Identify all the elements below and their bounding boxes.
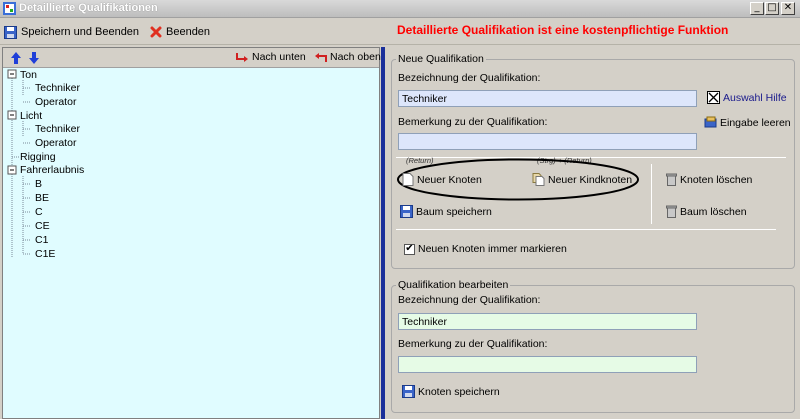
move-up-label: Nach oben	[330, 51, 381, 63]
title-bar: Detaillierte Qualifikationen _ □ ✕	[0, 0, 800, 18]
save-and-close-label: Speichern und Beenden	[21, 26, 140, 38]
red-x-icon	[150, 26, 162, 38]
save-tree-label: Baum speichern	[416, 205, 492, 218]
delete-node-label: Knoten löschen	[680, 173, 753, 186]
new-qualification-legend: Neue Qualifikation	[396, 53, 486, 65]
tree-toolbar: Nach unten Nach oben	[3, 48, 381, 68]
arrow-down-icon[interactable]	[29, 52, 39, 64]
tree-node-ce[interactable]: CE	[35, 220, 50, 232]
separator	[396, 229, 776, 230]
delete-node-button[interactable]: Knoten löschen	[666, 173, 752, 186]
trash-icon	[666, 173, 677, 186]
new-child-node-button[interactable]: Neuer Kindknoten	[532, 173, 632, 186]
delete-tree-button[interactable]: Baum löschen	[666, 205, 747, 218]
edit-name-label: Bezeichnung der Qualifikation:	[398, 294, 541, 306]
tree-node-c1e[interactable]: C1E	[35, 248, 55, 260]
tree-node-licht-operator[interactable]: Operator	[35, 137, 76, 149]
tree-node-rigging[interactable]: Rigging	[20, 151, 56, 163]
floppy-icon	[402, 385, 415, 398]
delete-tree-label: Baum löschen	[680, 205, 747, 218]
tree-node-c1[interactable]: C1	[35, 234, 48, 246]
floppy-icon	[400, 205, 413, 218]
tree-node-ton[interactable]: Ton	[20, 69, 37, 81]
tree-node-b[interactable]: B	[35, 178, 42, 190]
checkmark-icon: ✔	[404, 243, 415, 255]
close-window-button[interactable]: ✕	[781, 2, 795, 15]
move-down-icon	[236, 52, 248, 62]
new-child-node-label: Neuer Kindknoten	[548, 173, 633, 186]
maximize-button[interactable]: □	[765, 2, 779, 15]
arrow-up-icon[interactable]	[11, 52, 21, 64]
tree-node-ton-techniker[interactable]: Techniker	[35, 82, 80, 94]
new-node-button[interactable]: Neuer Knoten	[402, 173, 482, 186]
selection-help-button[interactable]: Auswahl Hilfe	[707, 91, 787, 104]
tree-node-licht-techniker[interactable]: Techniker	[35, 123, 80, 135]
paid-feature-notice: Detaillierte Qualifikation ist eine kost…	[397, 23, 729, 37]
tree-node-ton-operator[interactable]: Operator	[35, 96, 76, 108]
new-node-label: Neuer Knoten	[417, 173, 482, 186]
minimize-button[interactable]: _	[750, 2, 764, 15]
new-name-input[interactable]	[398, 90, 697, 107]
edit-qualification-legend: Qualifikation bearbeiten	[396, 279, 511, 291]
qualification-tree: Ton Techniker Operator Licht Techniker O…	[3, 68, 379, 418]
window-title: Detaillierte Qualifikationen	[19, 2, 158, 14]
edit-name-input[interactable]	[398, 313, 697, 330]
tree-node-fahrerlaubnis[interactable]: Fahrerlaubnis	[20, 164, 84, 176]
tree-node-c[interactable]: C	[35, 206, 43, 218]
pane-splitter[interactable]	[381, 47, 385, 419]
move-down-button[interactable]: Nach unten	[236, 51, 306, 63]
save-node-button[interactable]: Knoten speichern	[402, 385, 500, 398]
close-label: Beenden	[166, 26, 211, 38]
move-down-label: Nach unten	[252, 51, 306, 63]
new-remark-input[interactable]	[398, 133, 697, 150]
edit-remark-input[interactable]	[398, 356, 697, 373]
clear-input-button[interactable]: Eingabe leeren	[704, 116, 791, 129]
floppy-icon	[4, 25, 17, 39]
separator-vertical	[651, 164, 652, 224]
trash-icon	[666, 205, 677, 218]
edit-remark-label: Bemerkung zu der Qualifikation:	[398, 338, 548, 350]
always-mark-label: Neuen Knoten immer markieren	[418, 243, 567, 255]
always-mark-new-node-checkbox[interactable]: ✔ Neuen Knoten immer markieren	[404, 243, 567, 255]
new-name-label: Bezeichnung der Qualifikation:	[398, 72, 541, 84]
save-node-label: Knoten speichern	[418, 385, 500, 398]
help-box-icon	[707, 91, 720, 104]
app-icon	[3, 2, 16, 15]
copy-pages-icon	[532, 173, 545, 186]
close-button[interactable]: Beenden	[150, 24, 210, 40]
new-remark-label: Bemerkung zu der Qualifikation:	[398, 116, 548, 128]
move-up-icon	[315, 52, 327, 62]
save-and-close-button[interactable]: Speichern und Beenden	[4, 24, 139, 40]
qualification-tree-panel: Nach unten Nach oben Ton Techniker Opera…	[2, 47, 381, 419]
tree-node-be[interactable]: BE	[35, 192, 49, 204]
qualification-editor-panel: Neue Qualifikation Bezeichnung der Quali…	[386, 47, 800, 419]
clear-input-label: Eingabe leeren	[720, 116, 791, 129]
tree-node-licht[interactable]: Licht	[20, 110, 42, 122]
blank-page-icon	[402, 173, 414, 186]
eraser-icon	[704, 116, 717, 128]
save-tree-button[interactable]: Baum speichern	[400, 205, 492, 218]
selection-help-label: Auswahl Hilfe	[723, 91, 787, 104]
move-up-button[interactable]: Nach oben	[314, 51, 381, 63]
